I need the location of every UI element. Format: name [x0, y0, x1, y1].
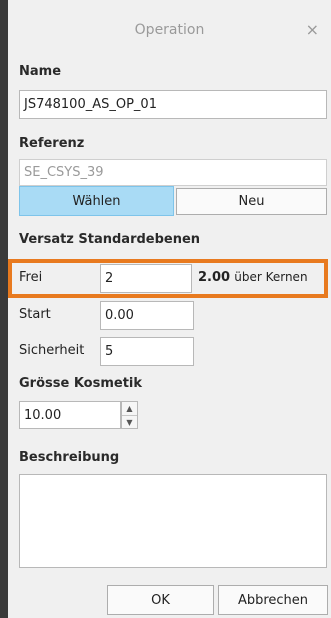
kosmetik-spinner[interactable]: ▲ ▼	[121, 401, 138, 429]
beschreibung-label: Beschreibung	[19, 450, 120, 465]
frei-computed-value: 2.00	[198, 270, 231, 285]
kosmetik-label: Grösse Kosmetik	[19, 376, 143, 391]
sicherheit-label: Sicherheit	[19, 343, 85, 358]
spin-down-icon[interactable]: ▼	[122, 415, 137, 429]
name-input[interactable]: JS748100_AS_OP_01	[19, 90, 327, 119]
beschreibung-textarea[interactable]	[19, 474, 327, 568]
close-icon[interactable]: ×	[306, 20, 319, 39]
frei-input[interactable]: 2	[100, 264, 192, 293]
frei-suffix: über Kernen	[234, 270, 308, 284]
name-label: Name	[19, 64, 62, 79]
referenz-field: SE_CSYS_39	[19, 159, 327, 186]
frei-label: Frei	[19, 270, 43, 285]
start-label: Start	[19, 307, 51, 322]
select-button[interactable]: Wählen	[19, 186, 174, 216]
ok-button[interactable]: OK	[107, 585, 214, 615]
start-input[interactable]: 0.00	[100, 301, 194, 330]
title-bar: Operation ×	[8, 0, 331, 54]
spin-up-icon[interactable]: ▲	[122, 402, 137, 415]
operation-dialog: Operation × Name JS748100_AS_OP_01 Refer…	[8, 0, 331, 618]
dialog-title: Operation	[134, 22, 205, 38]
cancel-button[interactable]: Abbrechen	[218, 585, 328, 615]
sicherheit-input[interactable]: 5	[100, 337, 194, 366]
frei-computed: 2.00 über Kernen	[198, 270, 308, 285]
new-button[interactable]: Neu	[176, 188, 327, 215]
offsets-label: Versatz Standardebenen	[19, 232, 201, 247]
referenz-label: Referenz	[19, 136, 85, 151]
kosmetik-input[interactable]: 10.00	[19, 401, 121, 429]
